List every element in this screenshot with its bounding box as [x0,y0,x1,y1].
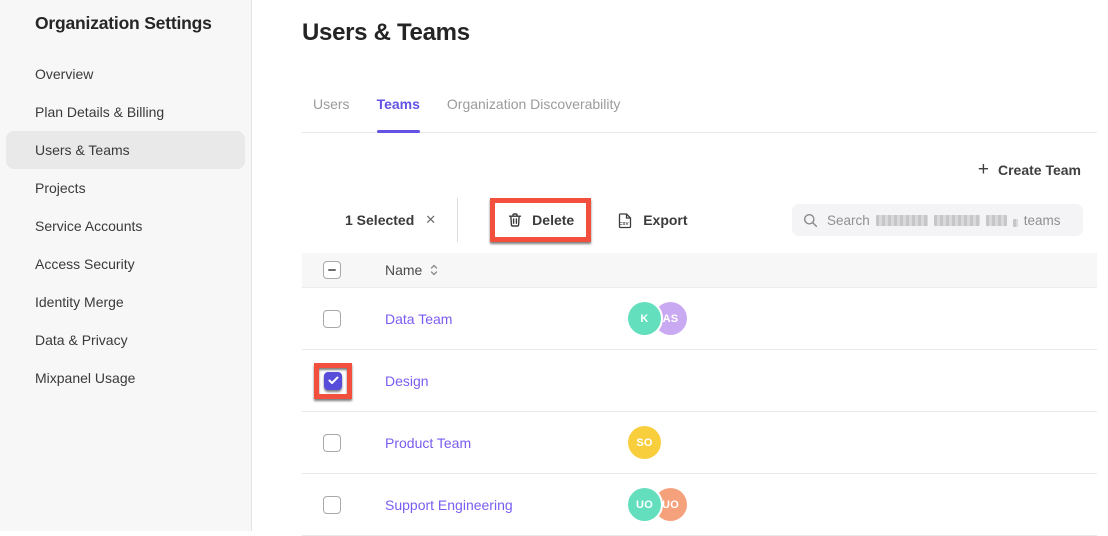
team-members-avatars: UO UO [628,488,687,521]
page-title: Users & Teams [302,19,1097,47]
delete-label: Delete [532,212,574,228]
trash-icon [507,212,523,228]
team-link-support-engineering[interactable]: Support Engineering [385,497,513,513]
row-name-cell: Data Team [385,311,628,327]
row-name-cell: Design [385,373,628,389]
search-placeholder: Search teams [827,213,1061,228]
annotation-box-delete: Delete [490,198,591,242]
table-row: Support Engineering UO UO [302,474,1097,536]
avatar: K [628,302,661,335]
toolbar-divider [457,198,458,242]
row-checkbox-cell [302,496,385,514]
sidebar-item-plan-details-billing[interactable]: Plan Details & Billing [6,93,245,131]
name-column-sort[interactable]: Name [385,262,628,278]
row-name-cell: Product Team [385,435,628,451]
settings-sidebar: Organization Settings Overview Plan Deta… [0,0,252,531]
tab-bar: Users Teams Organization Discoverability [302,96,1097,133]
avatar: UO [628,488,661,521]
selection-status: 1 Selected ✕ [345,210,438,230]
table-row: Product Team SO [302,412,1097,474]
redacted-text-block [1013,219,1018,227]
row-checkbox-cell [302,363,385,399]
sidebar-item-service-accounts[interactable]: Service Accounts [6,207,245,245]
team-link-design[interactable]: Design [385,373,429,389]
users-teams-page: Users & Teams Users Teams Organization D… [302,0,1097,531]
indeterminate-mark [328,269,336,271]
redacted-text-block [934,215,980,226]
name-header-cell: Name [385,262,628,278]
redacted-text-block [986,215,1007,226]
active-tab-underline [377,130,420,133]
sidebar-title: Organization Settings [0,0,251,34]
plus-icon: + [978,163,989,177]
tab-users[interactable]: Users [313,96,350,132]
row-checkbox-support-engineering[interactable] [323,496,341,514]
export-button[interactable]: CSV Export [613,198,691,242]
create-team-label: Create Team [998,162,1081,178]
team-link-data-team[interactable]: Data Team [385,311,452,327]
teams-table: Name Data Team K AS [302,253,1097,536]
bulk-actions-toolbar: 1 Selected ✕ Delete [302,198,1097,242]
avatar: SO [628,426,661,459]
annotation-box-checkbox [314,363,352,399]
svg-text:CSV: CSV [619,221,629,226]
team-members-avatars: K AS [628,302,687,335]
selected-count-label: 1 Selected [345,212,414,228]
header-checkbox-cell [302,261,385,279]
sidebar-item-users-teams[interactable]: Users & Teams [6,131,245,169]
table-header-row: Name [302,253,1097,288]
row-checkbox-product-team[interactable] [323,434,341,452]
tab-organization-discoverability[interactable]: Organization Discoverability [447,96,621,132]
row-checkbox-cell [302,434,385,452]
select-all-checkbox[interactable] [323,261,341,279]
sidebar-item-data-privacy[interactable]: Data & Privacy [6,321,245,359]
sidebar-item-projects[interactable]: Projects [6,169,245,207]
csv-file-icon: CSV [617,212,634,229]
team-link-product-team[interactable]: Product Team [385,435,471,451]
create-team-button[interactable]: + Create Team [978,162,1081,178]
search-teams-input[interactable]: Search teams [792,204,1083,236]
search-icon [803,213,818,228]
table-row: Design [302,350,1097,412]
sidebar-item-mixpanel-usage[interactable]: Mixpanel Usage [6,359,245,397]
sidebar-nav: Overview Plan Details & Billing Users & … [0,55,251,397]
clear-selection-icon[interactable]: ✕ [423,210,438,230]
table-row: Data Team K AS [302,288,1097,350]
row-checkbox-design[interactable] [324,372,342,390]
team-members-avatars: SO [628,426,661,459]
export-label: Export [643,212,687,228]
delete-button[interactable]: Delete [495,203,586,237]
sidebar-item-access-security[interactable]: Access Security [6,245,245,283]
checkmark-icon [328,376,339,385]
sidebar-item-identity-merge[interactable]: Identity Merge [6,283,245,321]
row-checkbox-cell [302,310,385,328]
sidebar-item-overview[interactable]: Overview [6,55,245,93]
tab-teams[interactable]: Teams [377,96,420,132]
redacted-text-block [876,215,928,226]
sort-icon [430,264,438,276]
row-checkbox-data-team[interactable] [323,310,341,328]
row-name-cell: Support Engineering [385,497,628,513]
